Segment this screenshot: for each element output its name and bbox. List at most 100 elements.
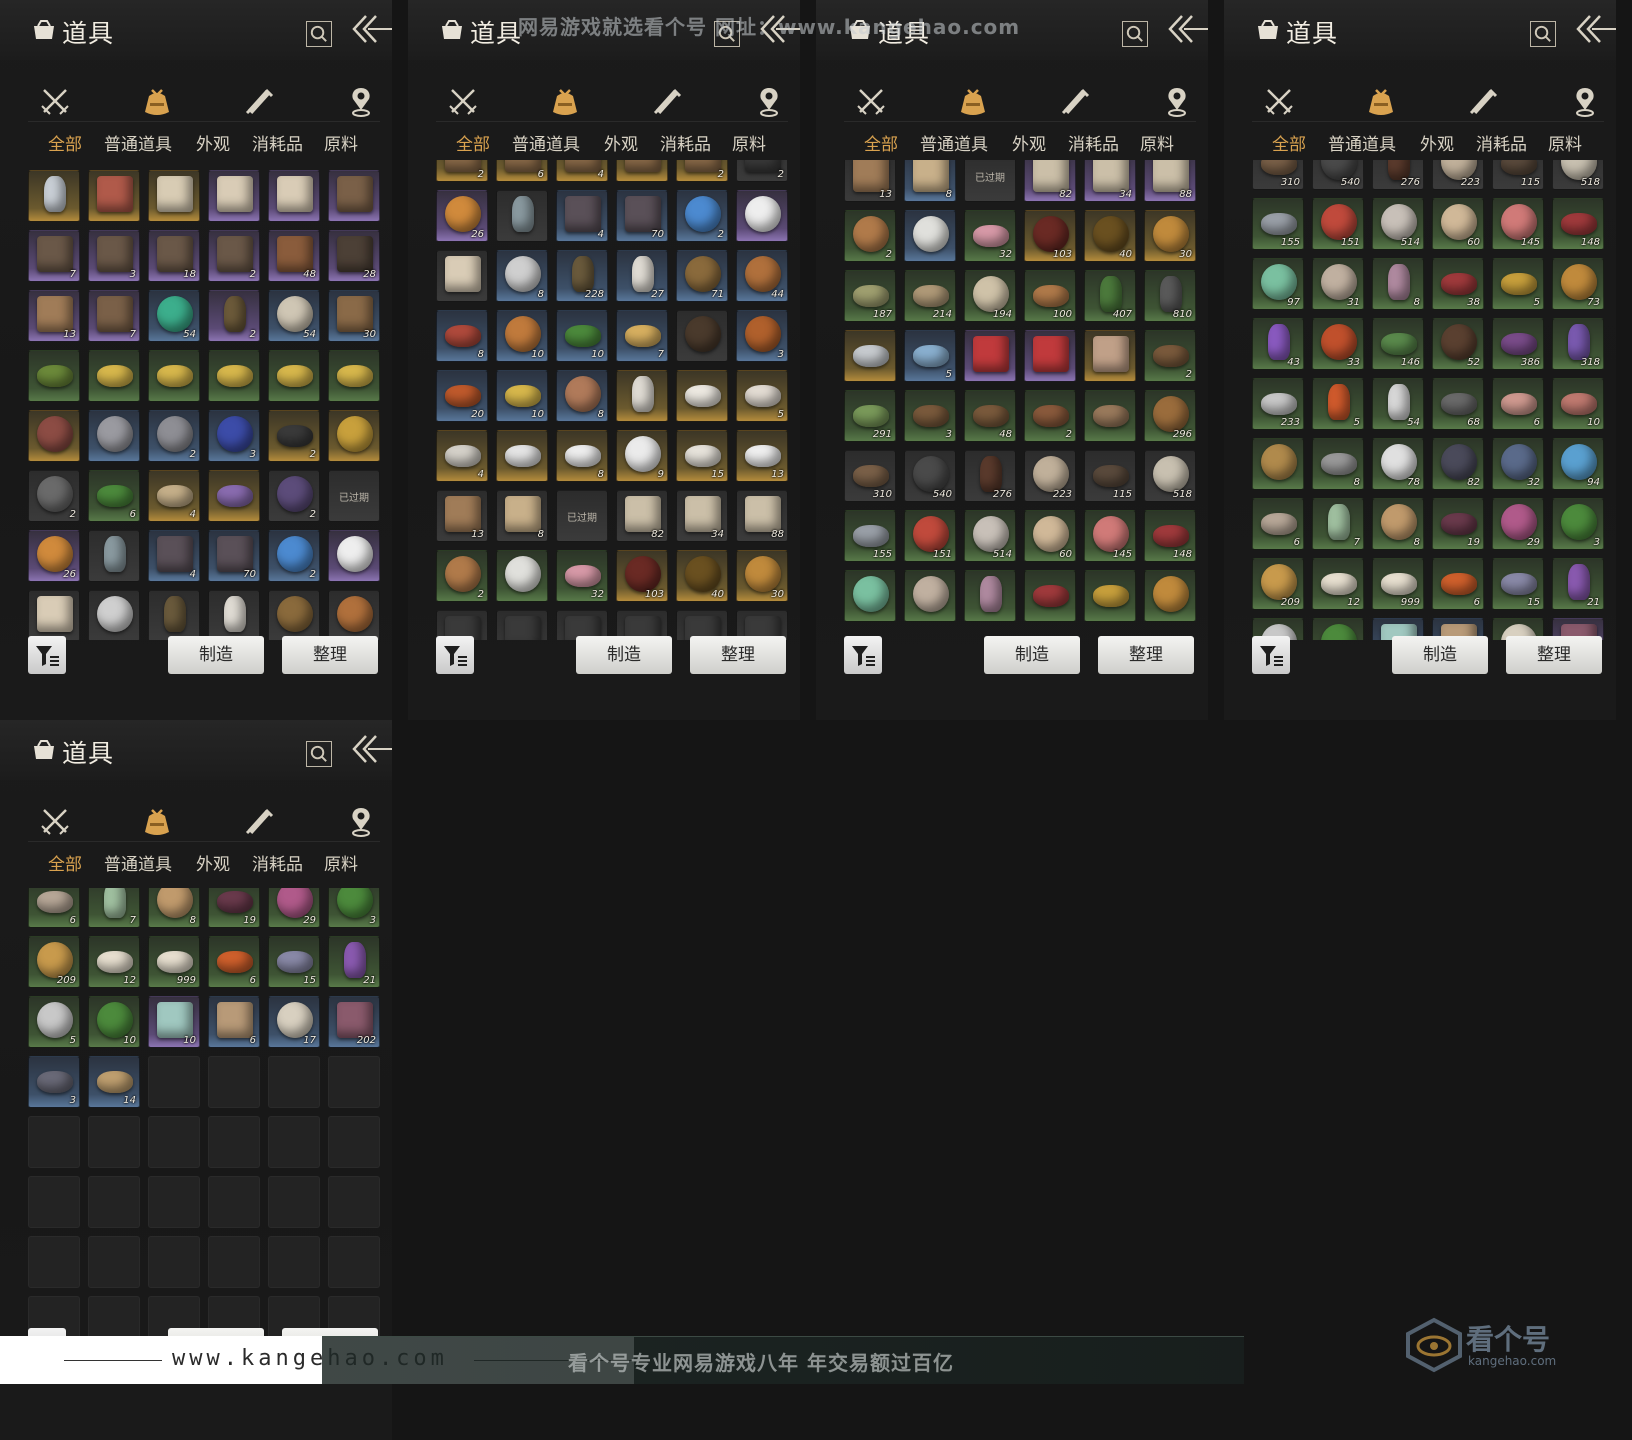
item-slot[interactable]: 7 [28,230,80,282]
item-slot[interactable] [844,330,896,382]
empty-slot[interactable] [268,1116,320,1168]
item-slot[interactable]: 48 [268,230,320,282]
item-slot[interactable]: 6 [88,470,140,522]
back-arrow-icon[interactable] [760,12,800,46]
item-slot[interactable]: 32 [964,210,1016,262]
item-slot[interactable]: 103 [616,550,668,602]
item-slot[interactable] [328,530,380,582]
item-slot[interactable] [328,590,380,640]
item-slot[interactable]: 已过期 [556,490,608,542]
craft-button[interactable]: 制造 [1392,636,1488,674]
item-slot[interactable]: 296 [1144,390,1196,442]
item-slot[interactable] [736,190,788,242]
sort-button[interactable]: 整理 [690,636,786,674]
item-slot[interactable] [148,590,200,640]
item-slot[interactable]: 3 [208,410,260,462]
item-slot[interactable]: 6 [1432,558,1484,610]
item-slot[interactable] [616,370,668,422]
map-pin-icon[interactable] [752,86,786,118]
item-slot[interactable] [88,350,140,402]
item-slot[interactable]: 15 [268,936,320,988]
item-slot[interactable] [88,410,140,462]
item-slot[interactable]: 3 [88,230,140,282]
item-slot[interactable]: 18 [148,230,200,282]
item-slot[interactable]: 54 [148,290,200,342]
search-button[interactable] [1530,21,1556,47]
pouch-icon[interactable] [140,86,174,118]
search-button[interactable] [306,21,332,47]
tab-appearance[interactable]: 外观 [196,130,230,155]
tab-normal-items[interactable]: 普通道具 [1328,130,1396,155]
item-slot[interactable]: 31 [1312,258,1364,310]
item-slot[interactable]: 19 [208,888,260,928]
item-slot[interactable]: 8 [1372,258,1424,310]
tab-all[interactable]: 全部 [1272,130,1306,155]
item-slot[interactable]: 60 [1024,510,1076,562]
item-slot[interactable]: 145 [1492,198,1544,250]
item-slot[interactable]: 19 [1432,498,1484,550]
item-slot[interactable]: 5 [736,370,788,422]
item-slot[interactable]: 2 [208,230,260,282]
pouch-icon[interactable] [548,86,582,118]
empty-slot[interactable] [88,1116,140,1168]
item-slot[interactable]: 4 [556,160,608,182]
back-arrow-icon[interactable] [1168,12,1208,46]
empty-slot[interactable] [328,1056,380,1108]
empty-slot[interactable] [88,1176,140,1228]
scroll-icon[interactable] [242,86,276,118]
item-slot[interactable]: 82 [616,490,668,542]
empty-slot[interactable] [328,1236,380,1288]
item-slot[interactable]: 40 [676,550,728,602]
item-slot[interactable]: 276 [1372,160,1424,190]
back-arrow-icon[interactable] [352,12,392,46]
item-slot[interactable]: 13 [28,290,80,342]
tab-materials[interactable]: 原料 [1548,130,1582,155]
item-slot[interactable] [208,350,260,402]
item-slot[interactable]: 4 [556,190,608,242]
item-slot[interactable]: 5 [1312,378,1364,430]
empty-slot[interactable] [268,1056,320,1108]
item-slot[interactable] [1024,330,1076,382]
item-slot[interactable] [208,470,260,522]
item-slot[interactable]: 9 [616,430,668,482]
empty-slot[interactable] [328,1176,380,1228]
empty-slot[interactable] [268,1236,320,1288]
item-slot[interactable]: 3 [328,888,380,928]
item-slot[interactable]: 29 [1492,498,1544,550]
item-slot[interactable]: 514 [1372,198,1424,250]
item-slot[interactable]: 999 [148,936,200,988]
item-slot[interactable]: 13 [436,490,488,542]
item-slot[interactable]: 155 [844,510,896,562]
item-slot[interactable] [208,170,260,222]
item-slot[interactable]: 540 [1312,160,1364,190]
swords-icon[interactable] [446,86,480,118]
item-slot[interactable] [1024,570,1076,622]
item-slot[interactable] [28,170,80,222]
item-slot[interactable]: 12 [88,936,140,988]
item-slot[interactable]: 145 [1084,510,1136,562]
item-slot[interactable]: 8 [1372,498,1424,550]
item-slot[interactable]: 10 [88,996,140,1048]
tab-consumables[interactable]: 消耗品 [252,850,303,875]
sort-button[interactable]: 整理 [1506,636,1602,674]
item-slot[interactable]: 8 [496,490,548,542]
item-slot[interactable]: 8 [1312,438,1364,490]
filter-button[interactable] [844,636,882,674]
item-slot[interactable] [676,310,728,362]
item-slot[interactable]: 29 [268,888,320,928]
empty-slot[interactable] [208,1176,260,1228]
tab-all[interactable]: 全部 [48,850,82,875]
scroll-icon[interactable] [1466,86,1500,118]
map-pin-icon[interactable] [1568,86,1602,118]
scroll-icon[interactable] [242,806,276,838]
item-slot[interactable]: 2 [268,470,320,522]
item-slot[interactable] [1084,330,1136,382]
item-slot[interactable]: 291 [844,390,896,442]
item-slot[interactable]: 2 [436,550,488,602]
tab-normal-items[interactable]: 普通道具 [104,130,172,155]
item-slot[interactable]: 2 [148,410,200,462]
item-slot[interactable]: 3 [28,1056,80,1108]
tab-consumables[interactable]: 消耗品 [252,130,303,155]
item-slot[interactable]: 15 [676,430,728,482]
item-slot[interactable] [1084,570,1136,622]
